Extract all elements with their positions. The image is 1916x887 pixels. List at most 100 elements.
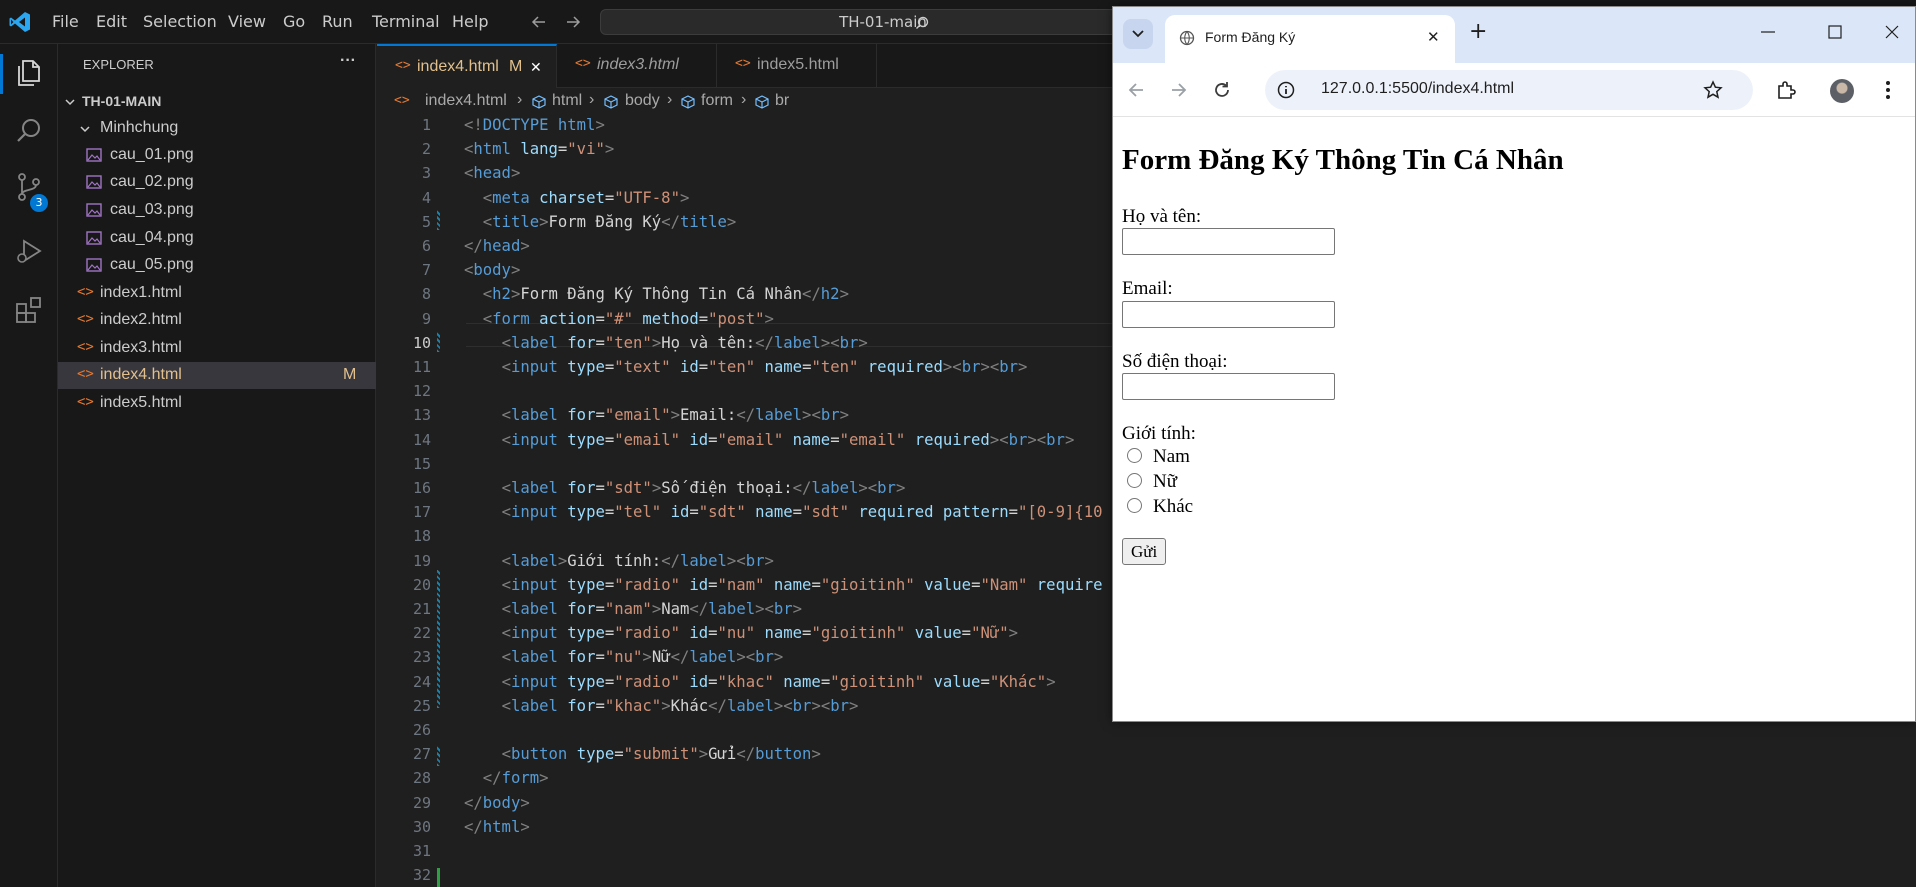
forward-icon[interactable] xyxy=(1170,81,1188,99)
new-tab-button[interactable]: + xyxy=(1469,19,1487,44)
breadcrumb-item[interactable]: br xyxy=(775,92,789,110)
element-cube-icon xyxy=(532,95,546,109)
radio-nu[interactable] xyxy=(1127,473,1142,488)
file-label: index2.html xyxy=(100,311,182,328)
tab-index4[interactable]: <> index4.html M ✕ xyxy=(377,44,557,88)
menu-terminal[interactable]: Terminal xyxy=(372,12,440,31)
breadcrumb-item[interactable]: body xyxy=(625,92,660,110)
html-file-icon: <> xyxy=(77,339,94,355)
code-line: <label>Giới tính:</label><br> xyxy=(501,551,774,570)
profile-avatar[interactable] xyxy=(1830,79,1854,103)
element-cube-icon xyxy=(681,95,695,109)
html-file-icon: <> xyxy=(77,366,94,382)
breadcrumb-item[interactable]: index4.html xyxy=(425,92,507,110)
name-label: Họ và tên: xyxy=(1122,206,1202,227)
file-item-html[interactable]: <> index2.html xyxy=(58,307,376,334)
command-center-search[interactable]: TH-01-main xyxy=(600,9,1130,35)
workspace-root[interactable]: TH-01-MAIN xyxy=(58,88,376,115)
file-label: index5.html xyxy=(100,394,182,411)
globe-icon xyxy=(1179,30,1195,46)
phone-label: Số điện thoại: xyxy=(1122,351,1228,372)
line-number: 10 xyxy=(412,333,431,352)
back-icon[interactable] xyxy=(1127,81,1145,99)
code-line: <button type="submit">Gửi</button> xyxy=(501,745,821,764)
added-line-marker xyxy=(437,868,440,887)
code-line: <input type="tel" id="sdt" name="sdt" re… xyxy=(501,503,1103,522)
line-number: 7 xyxy=(421,261,431,280)
line-number: 25 xyxy=(412,696,431,715)
code-line: <label for="nam">Nam</label><br> xyxy=(501,600,803,618)
url-text: 127.0.0.1:5500/index4.html xyxy=(1321,80,1515,97)
file-item-image[interactable]: cau_04.png xyxy=(58,225,376,252)
file-label: index4.html xyxy=(100,366,182,383)
email-input[interactable] xyxy=(1122,301,1335,328)
reload-icon[interactable] xyxy=(1213,81,1231,99)
file-item-html[interactable]: <> index3.html xyxy=(58,335,376,362)
search-view-icon[interactable] xyxy=(12,114,46,148)
arrow-right-icon[interactable] xyxy=(564,13,582,31)
line-number: 28 xyxy=(412,769,431,788)
chevron-right-icon: › xyxy=(667,91,673,108)
file-item-image[interactable]: cau_03.png xyxy=(58,197,376,224)
line-number: 4 xyxy=(421,188,431,207)
menu-help[interactable]: Help xyxy=(452,12,488,31)
tab-index3[interactable]: <> index3.html xyxy=(557,44,717,88)
close-window-icon[interactable] xyxy=(1885,25,1899,39)
menu-edit[interactable]: Edit xyxy=(96,12,127,31)
menu-go[interactable]: Go xyxy=(283,12,305,31)
line-number: 30 xyxy=(412,817,431,836)
file-item-image[interactable]: cau_02.png xyxy=(58,169,376,196)
close-icon[interactable]: ✕ xyxy=(1427,28,1440,46)
code-line: <input type="radio" id="nam" name="gioit… xyxy=(501,575,1103,594)
close-icon[interactable]: ✕ xyxy=(530,59,542,76)
more-actions-button[interactable]: ··· xyxy=(340,52,356,70)
radio-khac[interactable] xyxy=(1127,498,1142,513)
line-number: 29 xyxy=(412,793,431,812)
arrow-left-icon[interactable] xyxy=(530,13,548,31)
menu-run[interactable]: Run xyxy=(322,12,353,31)
minimize-icon[interactable] xyxy=(1761,31,1775,33)
tab-modified-marker: M xyxy=(509,58,523,75)
tab-label: index5.html xyxy=(757,56,839,73)
file-item-html[interactable]: <> index5.html xyxy=(58,390,376,417)
breadcrumb-item[interactable]: html xyxy=(552,92,582,110)
menu-file[interactable]: File xyxy=(52,12,79,31)
extensions-icon[interactable] xyxy=(12,294,46,328)
code-line: <body> xyxy=(464,261,521,280)
browser-tab-active[interactable]: Form Đăng Ký ✕ xyxy=(1165,15,1455,63)
file-item-html[interactable]: <> index1.html xyxy=(58,280,376,307)
phone-input[interactable] xyxy=(1122,373,1335,400)
element-cube-icon xyxy=(755,95,769,109)
menu-view[interactable]: View xyxy=(228,12,266,31)
submit-button[interactable]: Gửi xyxy=(1122,538,1167,565)
run-debug-icon[interactable] xyxy=(12,234,46,268)
file-item-html-active[interactable]: <> index4.html M xyxy=(58,362,376,389)
code-editor[interactable]: 1 2 3 4 5 6 7 8 9 10 11 12 13 14 15 16 17 18 19 20 21 22 23 24 2… xyxy=(377,116,1112,887)
site-info-icon[interactable] xyxy=(1277,81,1295,99)
kebab-menu-icon[interactable] xyxy=(1885,79,1891,101)
extensions-puzzle-icon[interactable] xyxy=(1775,79,1797,101)
explorer-sidebar: EXPLORER ··· TH-01-MAIN Minhchung cau_01… xyxy=(58,44,376,887)
tab-index5[interactable]: <> index5.html xyxy=(717,44,877,88)
file-item-image[interactable]: cau_05.png xyxy=(58,252,376,279)
line-number: 21 xyxy=(412,600,431,618)
folder-minhchung[interactable]: Minhchung xyxy=(58,115,376,142)
bookmark-star-icon[interactable] xyxy=(1703,80,1723,100)
tab-label: index4.html xyxy=(417,58,499,75)
radio-nam[interactable] xyxy=(1127,448,1142,463)
line-number: 9 xyxy=(421,309,431,328)
activity-bar: 3 xyxy=(0,44,58,887)
name-input[interactable] xyxy=(1122,228,1335,255)
maximize-icon[interactable] xyxy=(1828,25,1842,39)
tab-search-button[interactable] xyxy=(1123,19,1153,49)
modified-marker: M xyxy=(343,366,357,383)
menu-selection[interactable]: Selection xyxy=(143,12,217,31)
html-file-icon: <> xyxy=(77,284,94,300)
address-bar[interactable]: 127.0.0.1:5500/index4.html xyxy=(1265,70,1753,110)
chevron-down-icon xyxy=(1132,30,1144,38)
breadcrumb-item[interactable]: form xyxy=(701,92,733,110)
radio-label-nam: Nam xyxy=(1153,446,1190,467)
file-label: index1.html xyxy=(100,284,182,301)
explorer-files-icon[interactable] xyxy=(12,56,46,90)
file-item-image[interactable]: cau_01.png xyxy=(58,142,376,169)
